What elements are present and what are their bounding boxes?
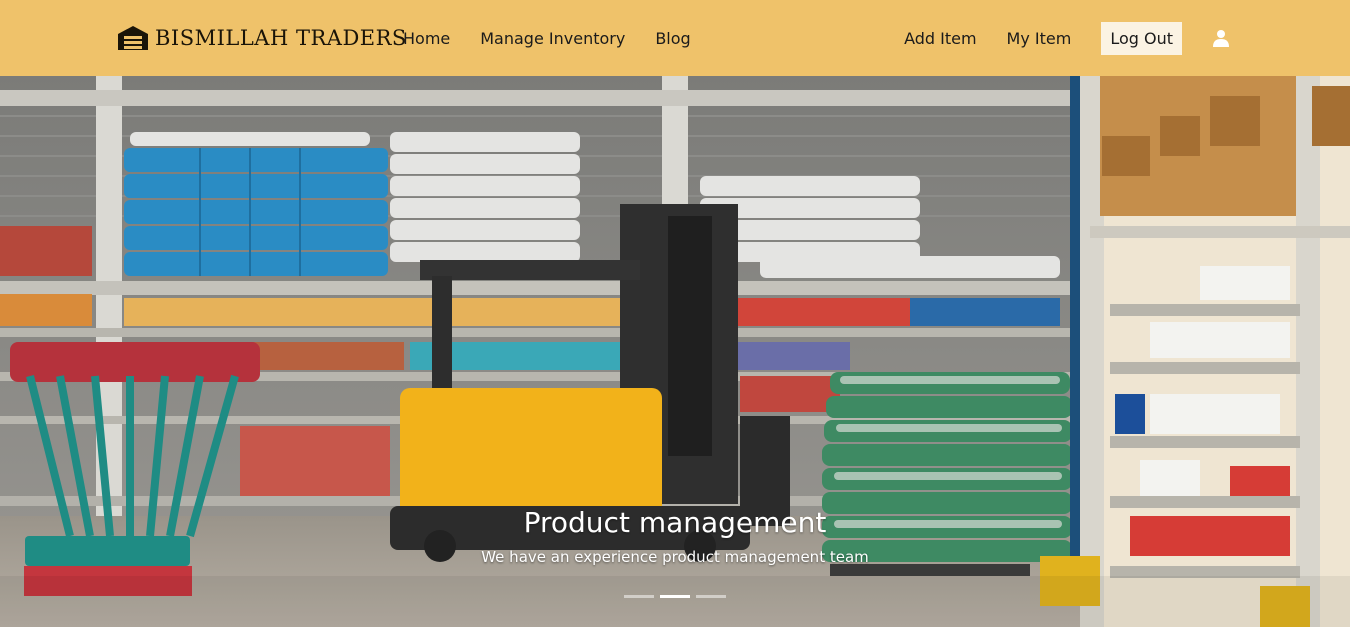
logout-button[interactable]: Log Out bbox=[1101, 21, 1182, 55]
nav-blog[interactable]: Blog bbox=[655, 29, 690, 48]
navbar: BISMILLAH TRADERS Home Manage Inventory … bbox=[0, 0, 1350, 76]
nav-home[interactable]: Home bbox=[403, 29, 450, 48]
account-nav: Add Item My Item Log Out bbox=[904, 0, 1230, 76]
user-icon[interactable] bbox=[1212, 29, 1230, 47]
primary-nav: Home Manage Inventory Blog bbox=[403, 0, 691, 76]
hero-title: Product management bbox=[523, 506, 827, 539]
brand-link[interactable]: BISMILLAH TRADERS bbox=[117, 0, 407, 76]
hero-carousel: Product management We have an experience… bbox=[0, 76, 1350, 627]
nav-manage-inventory[interactable]: Manage Inventory bbox=[480, 29, 625, 48]
warehouse-scene-image bbox=[0, 76, 1350, 627]
carousel-indicator-2[interactable] bbox=[660, 595, 690, 598]
warehouse-icon bbox=[118, 26, 148, 50]
carousel-indicator-3[interactable] bbox=[696, 595, 726, 598]
nav-add-item[interactable]: Add Item bbox=[904, 29, 976, 48]
hero-subtitle: We have an experience product management… bbox=[481, 548, 869, 566]
brand-name: BISMILLAH TRADERS bbox=[155, 26, 407, 50]
nav-my-item[interactable]: My Item bbox=[1007, 29, 1072, 48]
carousel-indicators bbox=[624, 595, 726, 598]
carousel-indicator-1[interactable] bbox=[624, 595, 654, 598]
